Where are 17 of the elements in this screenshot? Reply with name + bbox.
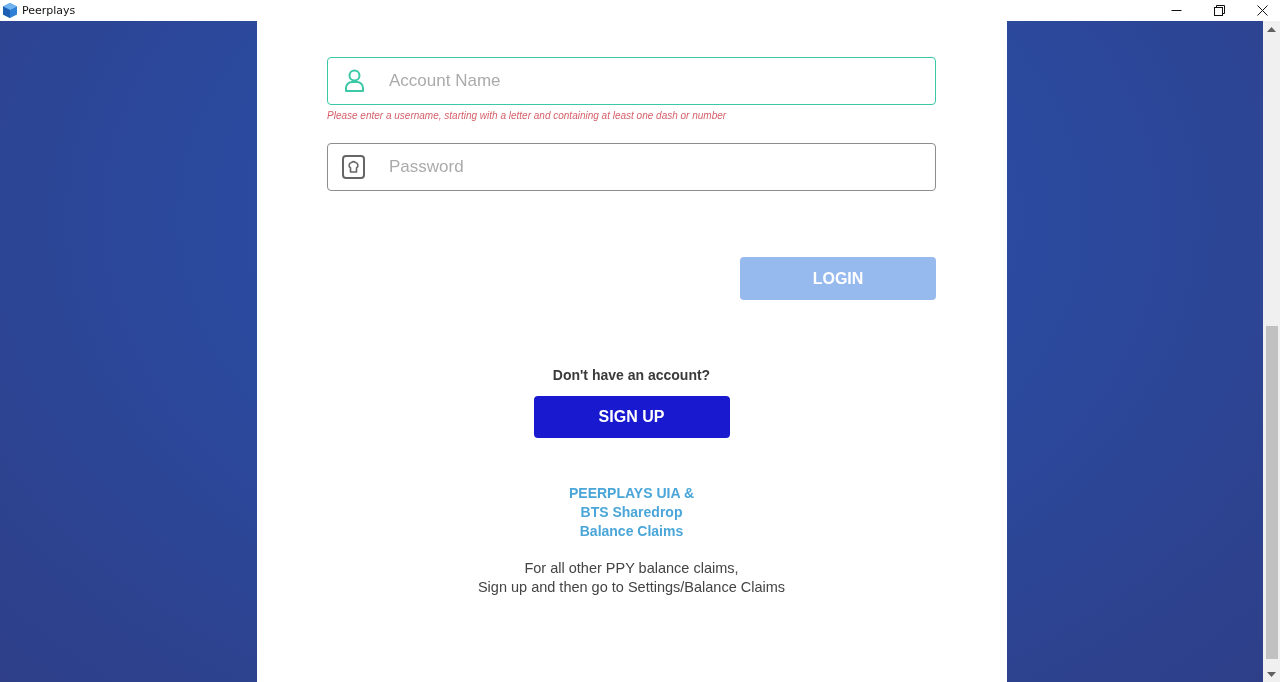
balance-claims-link[interactable]: PEERPLAYS UIA & BTS Sharedrop Balance Claims [569,484,694,541]
close-icon[interactable] [1257,5,1268,16]
scrollbar-thumb[interactable] [1265,326,1278,659]
signup-prompt-text: Don't have an account? [552,366,711,384]
user-icon [345,69,364,93]
app-logo-icon [3,3,17,18]
window-title: Peerplays [22,4,76,17]
scroll-down-arrow-icon[interactable] [1267,672,1276,677]
lock-icon [342,155,365,179]
balance-claims-note: For all other PPY balance claims, Sign up and then go to Settings/Balance Claims [477,559,786,597]
password-field[interactable]: Password [327,143,936,191]
sign-up-button[interactable]: SIGN UP [533,396,730,438]
restore-icon[interactable] [1214,5,1225,16]
account-name-field[interactable]: Account Name [327,57,936,105]
scroll-up-arrow-icon[interactable] [1267,27,1276,32]
scrollbar[interactable] [1263,21,1280,682]
validation-error-text: Please enter a username, starting with a letter and containing at least one dash or number [327,110,728,122]
